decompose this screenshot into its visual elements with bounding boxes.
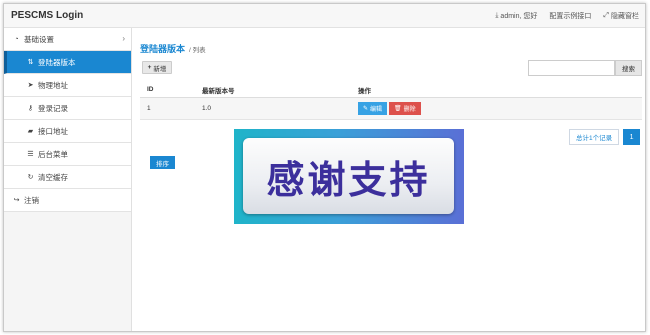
- sort-icon: ⇅: [27, 59, 34, 66]
- sidebar-item-label: 清空缓存: [38, 172, 68, 182]
- config-example-label: 配置示例接口: [549, 13, 592, 20]
- delete-button-label: 删除: [403, 107, 416, 113]
- thanks-banner-text: 感谢支持: [266, 157, 431, 202]
- user-greeting-label: admin, 您好: [500, 13, 538, 20]
- sidebar-item-label: 登录记录: [38, 103, 68, 113]
- sidebar-item-api-address[interactable]: ▰ 接口地址: [4, 120, 131, 143]
- user-greeting-link[interactable]: ⤓ admin, 您好: [495, 11, 537, 21]
- column-header-actions: 操作: [358, 87, 371, 95]
- hide-sidebar-link[interactable]: ⤢ 隐藏窗栏: [603, 11, 639, 21]
- sidebar-item-logout[interactable]: ↪ 注销: [4, 189, 131, 212]
- page-subtitle: / 列表: [189, 47, 206, 54]
- sidebar: ◔ 基础设置 › ⇅ 登陆器版本 ➤ 物理地址 ⚷ 登录记录 ▰ 接口地址 ☰ …: [4, 28, 132, 331]
- sidebar-item-launcher-version[interactable]: ⇅ 登陆器版本: [4, 51, 131, 74]
- config-example-link[interactable]: 配置示例接口: [549, 11, 591, 21]
- sign-out-icon: ↪: [13, 197, 20, 204]
- thanks-banner-card: 感谢支持: [243, 138, 454, 214]
- app-title: PESCMS Login: [11, 10, 84, 21]
- sidebar-item-login-records[interactable]: ⚷ 登录记录: [4, 97, 131, 120]
- sidebar-item-basic-settings[interactable]: ◔ 基础设置 ›: [4, 28, 131, 51]
- version-table: ID 最新版本号 操作 1 1.0 ✎ 编辑 🗑 删除: [140, 82, 642, 120]
- edit-icon: ✎: [363, 106, 369, 112]
- search-input[interactable]: [528, 60, 615, 76]
- column-header-id: ID: [147, 86, 154, 93]
- hide-sidebar-label: 隐藏窗栏: [611, 13, 639, 20]
- sidebar-item-label: 物理地址: [38, 80, 68, 90]
- chevron-right-icon: ›: [122, 34, 125, 43]
- search-button[interactable]: 搜索: [615, 60, 642, 76]
- sidebar-item-physical-address[interactable]: ➤ 物理地址: [4, 74, 131, 97]
- key-icon: ⚷: [27, 105, 34, 112]
- add-button-label: 新增: [153, 65, 167, 73]
- table-header: ID 最新版本号 操作: [140, 82, 642, 98]
- cell-actions: ✎ 编辑 🗑 删除: [358, 102, 642, 115]
- book-icon: ▰: [27, 128, 34, 135]
- add-button[interactable]: + 新增: [142, 61, 172, 74]
- download-icon: ⤓: [495, 12, 499, 19]
- delete-button[interactable]: 🗑 删除: [389, 102, 421, 115]
- sidebar-item-label: 接口地址: [38, 126, 68, 136]
- edit-button[interactable]: ✎ 编辑: [358, 102, 388, 115]
- trash-icon: 🗑: [394, 106, 402, 112]
- column-header-version: 最新版本号: [202, 87, 235, 95]
- sidebar-item-admin-menu[interactable]: ☰ 后台菜单: [4, 143, 131, 166]
- list-icon: ☰: [27, 151, 34, 158]
- table-row: 1 1.0 ✎ 编辑 🗑 删除: [140, 98, 642, 120]
- pagination-page-1[interactable]: 1: [623, 129, 641, 145]
- sidebar-item-label: 登陆器版本: [38, 57, 76, 67]
- location-arrow-icon: ➤: [27, 82, 34, 89]
- page-title: 登陆器版本: [140, 44, 186, 54]
- cell-version: 1.0: [202, 105, 212, 112]
- top-bar: PESCMS Login ⤓ admin, 您好 配置示例接口 ⤢ 隐藏窗栏: [4, 4, 645, 28]
- sidebar-item-label: 基础设置: [24, 34, 54, 44]
- top-links: ⤓ admin, 您好 配置示例接口 ⤢ 隐藏窗栏: [495, 11, 639, 21]
- sidebar-item-label: 后台菜单: [38, 149, 68, 159]
- sidebar-item-label: 注销: [24, 195, 39, 205]
- expand-icon: ⤢: [603, 12, 609, 19]
- pagination-total[interactable]: 总计1个记录: [569, 129, 620, 145]
- edit-button-label: 编辑: [370, 107, 383, 113]
- breadcrumb: 登陆器版本 / 列表: [140, 42, 206, 55]
- plus-icon: +: [147, 64, 152, 71]
- sidebar-item-clear-cache[interactable]: ↻ 清空缓存: [4, 166, 131, 189]
- pagination: 总计1个记录 1: [569, 129, 641, 145]
- thanks-banner-image: 感谢支持: [234, 129, 464, 224]
- sort-button[interactable]: 排序: [150, 156, 175, 169]
- cell-id: 1: [147, 105, 151, 112]
- refresh-icon: ↻: [27, 174, 34, 181]
- dashboard-icon: ◔: [14, 35, 19, 43]
- app-window: PESCMS Login ⤓ admin, 您好 配置示例接口 ⤢ 隐藏窗栏 ◔…: [3, 3, 646, 332]
